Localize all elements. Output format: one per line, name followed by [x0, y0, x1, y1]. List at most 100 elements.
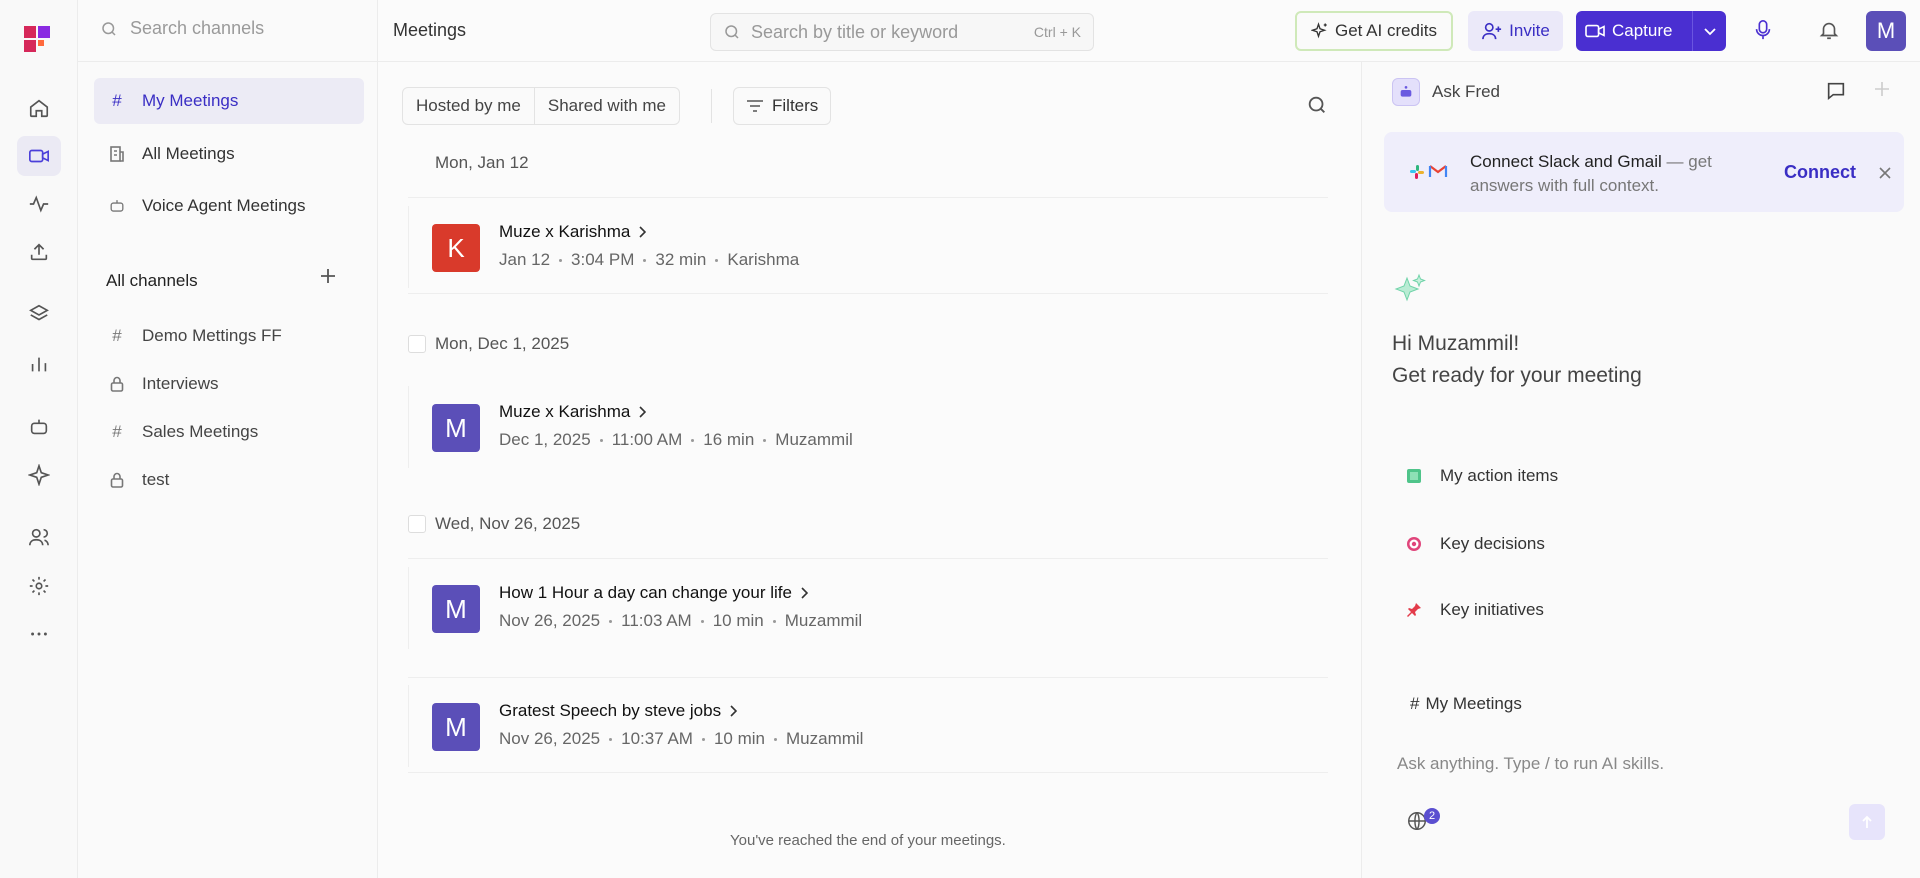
home-icon[interactable] — [25, 94, 53, 122]
greeting-title: Hi Muzammil! — [1392, 332, 1520, 355]
nav-label: Voice Agent Meetings — [142, 196, 306, 215]
meeting-date: Jan 12 — [499, 250, 551, 269]
sparkle-icon — [1394, 272, 1428, 306]
chevron-right-icon — [800, 587, 808, 599]
team-icon[interactable] — [25, 523, 53, 551]
greeting-subtitle: Get ready for your meeting — [1392, 364, 1642, 387]
global-search-placeholder: Search by title or keyword — [751, 21, 959, 42]
ask-input-placeholder[interactable]: Ask anything. Type / to run AI skills. — [1397, 754, 1664, 774]
invite-button[interactable]: Invite — [1468, 11, 1563, 51]
analytics-icon[interactable] — [25, 350, 53, 378]
meeting-title-link[interactable]: Muze x Karishma — [499, 402, 647, 422]
add-channel-plus-icon[interactable] — [318, 266, 338, 286]
chevron-down-icon[interactable] — [1693, 26, 1726, 36]
meeting-meta: Jan 12 3:04 PM 32 min Karishma — [499, 250, 799, 270]
user-avatar[interactable]: M — [1866, 11, 1906, 51]
capture-button[interactable]: Capture — [1576, 11, 1726, 51]
meeting-date: Nov 26, 2025 — [499, 611, 601, 630]
dot-separator — [715, 258, 719, 262]
add-user-icon — [1481, 21, 1503, 41]
layers-icon[interactable] — [25, 300, 53, 328]
connect-description: Connect Slack and Gmail — get answers wi… — [1470, 150, 1740, 198]
meeting-time: 3:04 PM — [571, 250, 635, 269]
meeting-avatar: M — [432, 703, 480, 751]
meeting-title: Muze x Karishma — [499, 222, 631, 241]
channel-item-test[interactable]: test — [108, 470, 169, 490]
more-icon[interactable] — [25, 620, 53, 648]
nav-my-meetings[interactable]: # My Meetings — [94, 78, 364, 124]
send-button[interactable] — [1849, 804, 1885, 840]
nav-voice-agent-meetings[interactable]: Voice Agent Meetings — [94, 183, 364, 229]
dot-separator — [700, 619, 704, 623]
meeting-title-link[interactable]: How 1 Hour a day can change your life — [499, 583, 808, 603]
lock-icon — [108, 376, 126, 392]
list-search-icon[interactable] — [1306, 94, 1328, 116]
meeting-meta: Dec 1, 2025 11:00 AM 16 min Muzammil — [499, 430, 853, 450]
meeting-title: Gratest Speech by steve jobs — [499, 701, 722, 720]
meeting-host: Muzammil — [784, 611, 863, 630]
group-checkbox[interactable] — [408, 335, 426, 353]
pushpin-icon — [1406, 602, 1422, 618]
assistant-header: Ask Fred — [1392, 78, 1500, 106]
channel-search[interactable]: Search channels — [100, 18, 264, 39]
channel-item-demo[interactable]: # Demo Mettings FF — [108, 326, 282, 346]
nav-label: My Meetings — [142, 91, 239, 110]
get-ai-credits-button[interactable]: Get AI credits — [1295, 11, 1453, 51]
meeting-duration: 16 min — [703, 430, 755, 449]
all-channels-heading: All channels — [106, 271, 198, 290]
sparkle-icon[interactable] — [25, 461, 53, 489]
connect-integrations-card: Connect Slack and Gmail — get answers wi… — [1384, 132, 1904, 212]
meeting-date: Dec 1, 2025 — [499, 430, 591, 449]
view-filter-tabs: Hosted by me Shared with me — [402, 87, 681, 125]
source-count-badge: 2 — [1424, 808, 1440, 824]
close-icon[interactable] — [1878, 166, 1892, 180]
skill-my-action-items[interactable]: My action items — [1406, 466, 1558, 486]
tab-hosted-by-me[interactable]: Hosted by me — [403, 88, 534, 124]
meetings-video-icon[interactable] — [17, 136, 61, 176]
chevron-right-icon — [729, 705, 738, 717]
settings-gear-icon[interactable] — [25, 572, 53, 600]
filter-lines-icon — [746, 99, 764, 113]
meeting-title-link[interactable]: Muze x Karishma — [499, 222, 647, 242]
skill-key-decisions[interactable]: Key decisions — [1406, 534, 1545, 554]
capture-main[interactable]: Capture — [1576, 21, 1692, 41]
microphone-icon[interactable] — [1752, 18, 1774, 42]
context-label: My Meetings — [1425, 694, 1522, 713]
meeting-row[interactable]: M Muze x Karishma Dec 1, 2025 11:00 AM 1… — [408, 378, 1328, 474]
target-icon — [1406, 536, 1422, 552]
global-search-input[interactable]: Search by title or keyword Ctrl + K — [710, 13, 1094, 51]
channel-item-sales[interactable]: # Sales Meetings — [108, 422, 258, 442]
bot-icon[interactable] — [25, 413, 53, 441]
sparkle-icon — [1310, 22, 1329, 40]
assistant-panel: Ask Fred Connect Slack and Gmail — get a… — [1361, 62, 1920, 878]
meeting-date: Nov 26, 2025 — [499, 729, 601, 748]
divider — [78, 61, 378, 62]
dot-separator — [609, 737, 613, 741]
nav-all-meetings[interactable]: All Meetings — [94, 131, 364, 177]
upload-icon[interactable] — [25, 238, 53, 266]
meeting-title-link[interactable]: Gratest Speech by steve jobs — [499, 701, 738, 721]
page-title: Meetings — [393, 20, 467, 40]
bell-icon[interactable] — [1818, 18, 1840, 42]
app-logo[interactable] — [24, 26, 52, 52]
group-checkbox[interactable] — [408, 515, 426, 533]
chat-bubble-icon[interactable] — [1825, 80, 1847, 102]
context-chip[interactable]: # My Meetings — [1410, 694, 1522, 714]
meeting-host: Muzammil — [786, 729, 864, 748]
capture-label: Capture — [1612, 21, 1673, 40]
activity-icon[interactable] — [25, 190, 53, 218]
skill-key-initiatives[interactable]: Key initiatives — [1406, 600, 1544, 620]
channel-label: test — [142, 470, 170, 489]
meeting-row[interactable]: K Muze x Karishma Jan 12 3:04 PM 32 min … — [408, 198, 1328, 294]
tab-shared-with-me[interactable]: Shared with me — [533, 88, 679, 124]
meeting-host: Karishma — [727, 250, 800, 269]
meeting-row[interactable]: M Gratest Speech by steve jobs Nov 26, 2… — [408, 677, 1328, 773]
channel-item-interviews[interactable]: Interviews — [108, 374, 219, 394]
video-icon — [1584, 22, 1606, 40]
channel-label: Demo Mettings FF — [142, 326, 282, 345]
connect-button[interactable]: Connect — [1784, 162, 1856, 183]
slack-gmail-icons — [1408, 163, 1448, 181]
meeting-row[interactable]: M How 1 Hour a day can change your life … — [408, 559, 1328, 655]
new-chat-plus-icon[interactable] — [1873, 80, 1891, 98]
filters-button[interactable]: Filters — [733, 87, 832, 125]
